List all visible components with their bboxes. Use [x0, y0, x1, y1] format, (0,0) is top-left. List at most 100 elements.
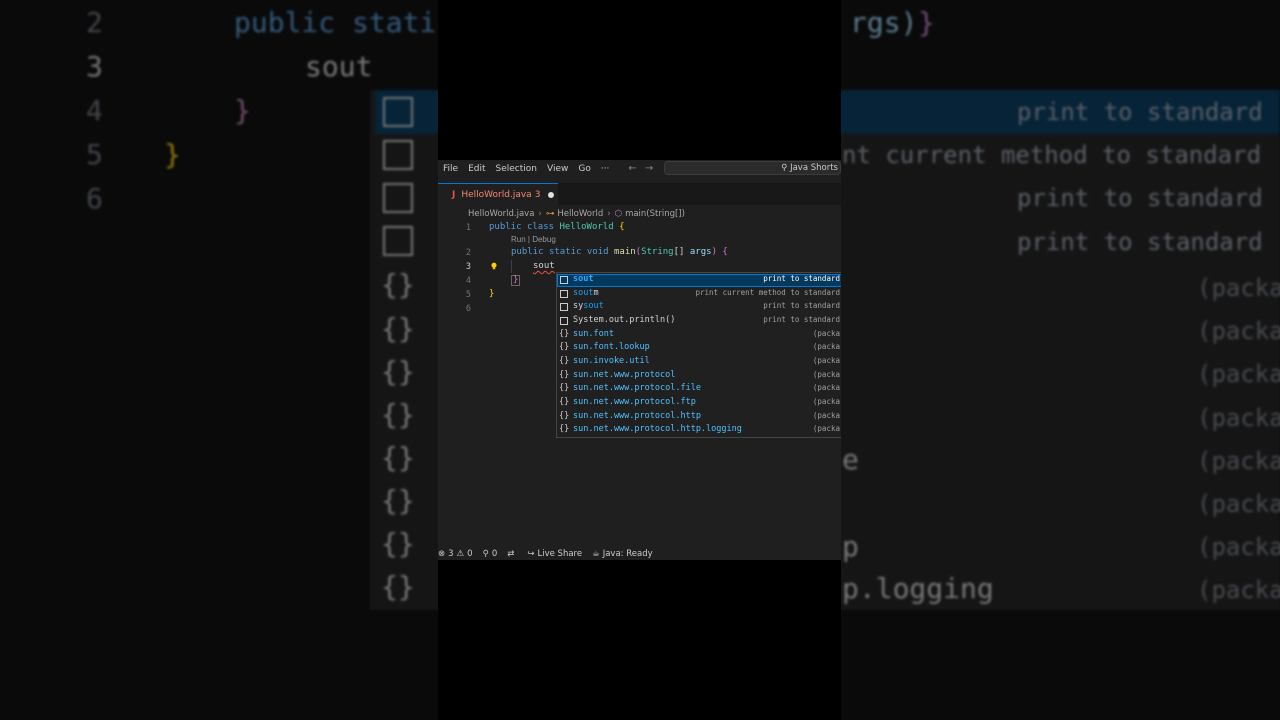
suggestion-item[interactable]: {} sun.net.www.protocol.http (packa: [557, 411, 841, 424]
package-icon: {}: [559, 424, 570, 434]
suggestion-label: sun.net.www.protocol.http.logging: [573, 424, 742, 434]
tab-problems-count: 3: [534, 189, 541, 200]
breadcrumb: HelloWorld.java › ⊶ HelloWorld › ⬡ main(…: [468, 207, 685, 221]
suggestion-item[interactable]: System.out.println() print to standard: [557, 315, 841, 328]
package-icon: {}: [559, 397, 570, 407]
background-brace: }: [164, 138, 181, 171]
menu-go[interactable]: Go: [573, 164, 595, 174]
unsaved-dot-icon[interactable]: [548, 191, 555, 198]
package-icon: {}: [559, 370, 570, 380]
background-package-icon: {}: [381, 355, 415, 388]
suggestion-item[interactable]: {} sun.invoke.util (packa: [557, 356, 841, 369]
command-center-label: Java Shorts: [790, 163, 838, 173]
menu-file[interactable]: File: [438, 164, 463, 174]
suggestion-description: (packa: [812, 329, 840, 338]
live-share-button[interactable]: ↪ Live Share: [527, 549, 582, 559]
background-package-label: (packa: [1197, 447, 1280, 475]
code-editor[interactable]: 1 public class HelloWorld { Run | Debug …: [438, 222, 841, 552]
suggestion-description: print to standard: [763, 274, 840, 283]
tab-helloworld-java[interactable]: J HelloWorld.java 3: [438, 183, 558, 205]
java-status-label: Java: Ready: [602, 549, 653, 559]
background-line-text: p: [842, 530, 859, 563]
background-package-label: (packa: [1197, 360, 1280, 388]
ports-count: 0: [491, 549, 498, 559]
error-icon: ⊗: [438, 549, 446, 559]
back-arrow-icon[interactable]: ←: [628, 163, 636, 174]
line-number: 1: [465, 223, 471, 233]
background-description: print to standard: [1017, 184, 1263, 212]
remote-icon: ⇄: [507, 549, 515, 559]
code-line-1[interactable]: public class HelloWorld {: [489, 222, 624, 232]
code-line-5[interactable]: }: [489, 289, 494, 299]
background-line-text: public stati: [234, 6, 437, 39]
ports-indicator[interactable]: ⚲ 0: [483, 549, 498, 559]
background-snippet-icon: [383, 183, 413, 213]
suggestion-item[interactable]: {} sun.font.lookup (packa: [557, 342, 841, 355]
suggestion-label: System.out.println(): [573, 315, 676, 325]
menu-more[interactable]: ···: [596, 164, 615, 174]
java-status[interactable]: ☕ Java: Ready: [592, 549, 653, 559]
background-line-text: rgs): [850, 6, 918, 39]
background-package-icon: {}: [381, 312, 415, 345]
background-line-text: e: [842, 443, 859, 476]
package-icon: {}: [559, 411, 570, 421]
error-count: 3: [448, 549, 454, 559]
class-icon: ⊶: [545, 209, 555, 219]
package-icon: {}: [559, 383, 570, 393]
background-line-number: 2: [86, 6, 103, 39]
menu-selection[interactable]: Selection: [491, 164, 542, 174]
suggestion-item[interactable]: {} sun.net.www.protocol.http.logging (pa…: [557, 424, 841, 437]
suggestion-description: (packa: [812, 383, 840, 392]
package-icon: {}: [559, 342, 570, 352]
menu-edit[interactable]: Edit: [463, 164, 490, 174]
menu-view[interactable]: View: [542, 164, 573, 174]
breadcrumb-file[interactable]: HelloWorld.java: [468, 209, 534, 219]
suggestion-label: sout: [573, 274, 594, 284]
suggestion-description: (packa: [812, 424, 840, 433]
suggestion-label: sysout: [573, 301, 604, 311]
tab-bar: J HelloWorld.java 3: [438, 183, 841, 205]
snippet-icon: [560, 317, 568, 325]
suggestion-description: print to standard: [763, 301, 840, 310]
forward-arrow-icon[interactable]: →: [645, 163, 653, 174]
line-number: 5: [465, 290, 471, 300]
breadcrumb-method[interactable]: main(String[]): [625, 209, 685, 219]
background-snippet-icon: [383, 97, 413, 127]
suggestion-item[interactable]: soutm print current method to standard: [557, 288, 841, 301]
vscode-window: File Edit Selection View Go ··· ← → ⚲ Ja…: [438, 160, 841, 560]
suggestion-item[interactable]: {} sun.net.www.protocol.file (packa: [557, 383, 841, 396]
suggestion-item[interactable]: {} sun.font (packa: [557, 329, 841, 342]
background-package-icon: {}: [381, 268, 415, 301]
background-line-text: p.logging: [842, 572, 994, 605]
command-center[interactable]: ⚲ Java Shorts: [664, 161, 841, 175]
background-snippet-icon: [383, 140, 413, 170]
remote-indicator[interactable]: ⇄: [507, 549, 517, 559]
codelens-run-debug[interactable]: Run | Debug: [511, 235, 556, 244]
code-line-4[interactable]: }: [511, 275, 521, 286]
code-line-2[interactable]: public static void main(String[] args) {: [511, 247, 728, 257]
background-line-number: 6: [86, 182, 103, 215]
suggestion-label: sun.net.www.protocol.http: [573, 411, 701, 421]
lightbulb-icon[interactable]: [490, 262, 498, 270]
search-icon: ⚲: [781, 163, 788, 173]
suggestion-label: sun.net.www.protocol: [573, 370, 676, 380]
suggestion-item[interactable]: {} sun.net.www.protocol (packa: [557, 370, 841, 383]
snippet-icon: [560, 276, 568, 284]
chevron-right-icon: ›: [538, 209, 542, 219]
code-line-3[interactable]: sout: [533, 261, 555, 271]
suggest-widget: sout print to standard soutm print curre…: [556, 272, 841, 438]
suggestion-item[interactable]: sysout print to standard: [557, 301, 841, 314]
status-bar: ⊗ 3 ⚠ 0 ⚲ 0 ⇄ ↪ Live Share ☕ Java: Ready: [438, 546, 841, 560]
suggestion-description: (packa: [812, 356, 840, 365]
suggestion-label: sun.net.www.protocol.ftp: [573, 397, 696, 407]
background-description: print to standard: [1017, 98, 1263, 126]
line-number: 6: [465, 304, 471, 314]
breadcrumb-class[interactable]: HelloWorld: [557, 209, 603, 219]
line-number-active: 3: [465, 262, 471, 272]
suggestion-item[interactable]: sout print to standard: [557, 274, 841, 287]
snippet-icon: [560, 303, 568, 311]
problems-indicator[interactable]: ⊗ 3 ⚠ 0: [438, 549, 473, 559]
suggestion-item[interactable]: {} sun.net.www.protocol.ftp (packa: [557, 397, 841, 410]
live-share-icon: ↪: [527, 549, 535, 559]
method-icon: ⬡: [614, 209, 623, 219]
